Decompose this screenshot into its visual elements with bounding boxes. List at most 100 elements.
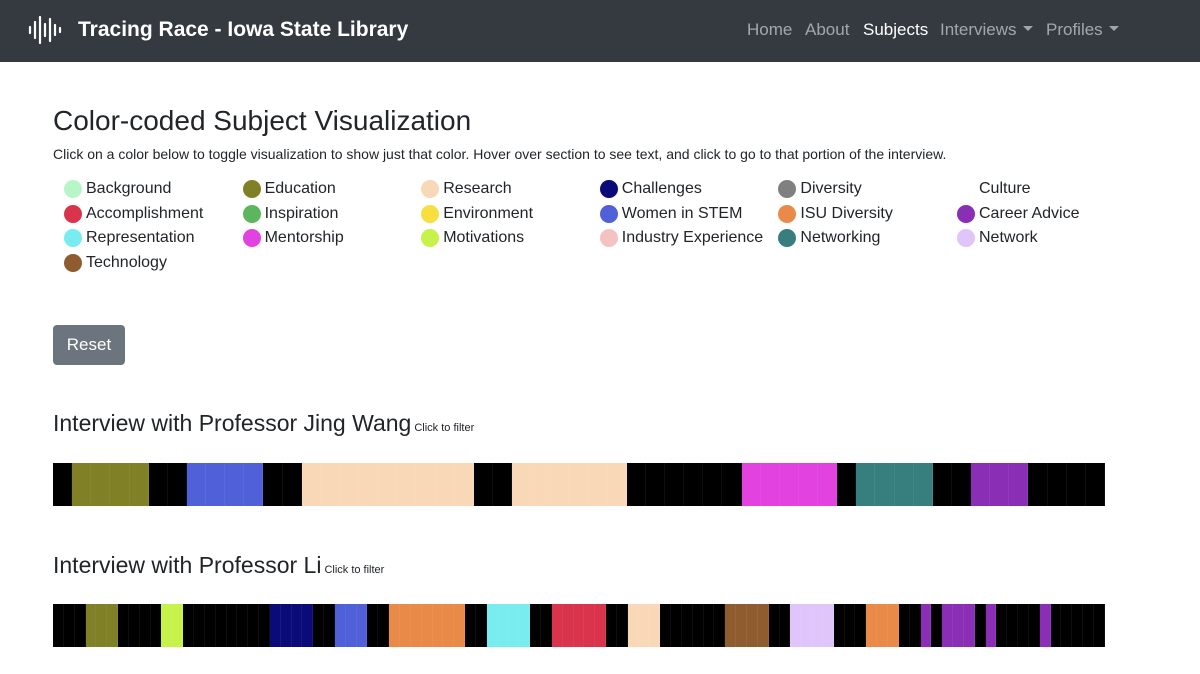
- timeline-segment[interactable]: [72, 463, 92, 506]
- timeline-segment[interactable]: [741, 463, 761, 506]
- timeline-segment[interactable]: [1028, 463, 1048, 506]
- timeline-segment[interactable]: [801, 604, 813, 647]
- timeline-segment[interactable]: [473, 463, 493, 506]
- timeline-segment[interactable]: [996, 604, 1008, 647]
- timeline-segment[interactable]: [951, 463, 971, 506]
- timeline-segment[interactable]: [932, 463, 952, 506]
- timeline-segment[interactable]: [378, 463, 398, 506]
- legend-item[interactable]: Accomplishment: [64, 203, 234, 225]
- timeline-segment[interactable]: [1007, 604, 1019, 647]
- timeline-segment[interactable]: [722, 463, 742, 506]
- color-swatch[interactable]: [957, 204, 975, 223]
- timeline-segment[interactable]: [714, 604, 726, 647]
- timeline-segment[interactable]: [953, 604, 964, 647]
- timeline-segment[interactable]: [747, 604, 758, 647]
- timeline-segment[interactable]: [85, 604, 97, 647]
- interview-timeline[interactable]: [53, 463, 1105, 506]
- timeline-segment[interactable]: [607, 463, 627, 506]
- timeline-segment[interactable]: [703, 604, 715, 647]
- color-swatch[interactable]: [957, 180, 975, 198]
- legend-item[interactable]: Culture: [957, 178, 1127, 200]
- timeline-segment[interactable]: [760, 463, 780, 506]
- timeline-segment[interactable]: [1061, 604, 1073, 647]
- timeline-segment[interactable]: [301, 463, 321, 506]
- timeline-segment[interactable]: [898, 604, 910, 647]
- timeline-segment[interactable]: [237, 604, 249, 647]
- timeline-segment[interactable]: [1018, 604, 1029, 647]
- timeline-segment[interactable]: [454, 463, 474, 506]
- timeline-segment[interactable]: [660, 604, 672, 647]
- reset-button[interactable]: Reset: [53, 325, 125, 365]
- color-swatch[interactable]: [599, 204, 618, 223]
- legend-item[interactable]: Women in STEM: [599, 203, 770, 225]
- timeline-segment[interactable]: [204, 604, 216, 647]
- timeline-segment[interactable]: [244, 463, 264, 506]
- timeline-segment[interactable]: [584, 604, 596, 647]
- timeline-segment[interactable]: [172, 604, 184, 647]
- timeline-segment[interactable]: [931, 604, 943, 647]
- timeline-segment[interactable]: [397, 463, 417, 506]
- timeline-segment[interactable]: [161, 604, 173, 647]
- timeline-segment[interactable]: [877, 604, 888, 647]
- timeline-segment[interactable]: [531, 463, 551, 506]
- timeline-segment[interactable]: [595, 604, 607, 647]
- timeline-segment[interactable]: [616, 604, 628, 647]
- timeline-segment[interactable]: [681, 604, 693, 647]
- timeline-segment[interactable]: [74, 604, 86, 647]
- timeline-segment[interactable]: [129, 463, 149, 506]
- timeline-segment[interactable]: [53, 463, 73, 506]
- timeline-segment[interactable]: [400, 604, 411, 647]
- timeline-segment[interactable]: [725, 604, 737, 647]
- timeline-segment[interactable]: [118, 604, 129, 647]
- timeline-segment[interactable]: [269, 604, 281, 647]
- color-swatch[interactable]: [957, 229, 975, 247]
- timeline-segment[interactable]: [645, 463, 665, 506]
- timeline-segment[interactable]: [334, 604, 346, 647]
- color-swatch[interactable]: [421, 180, 440, 198]
- timeline-segment[interactable]: [856, 463, 876, 506]
- timeline-segment[interactable]: [818, 463, 838, 506]
- timeline-segment[interactable]: [193, 604, 205, 647]
- timeline-segment[interactable]: [822, 604, 834, 647]
- timeline-segment[interactable]: [356, 604, 368, 647]
- timeline-segment[interactable]: [913, 463, 933, 506]
- timeline-segment[interactable]: [665, 463, 685, 506]
- color-swatch[interactable]: [778, 180, 797, 198]
- timeline-segment[interactable]: [320, 463, 340, 506]
- timeline-segment[interactable]: [359, 463, 379, 506]
- timeline-segment[interactable]: [416, 463, 436, 506]
- timeline-segment[interactable]: [492, 463, 512, 506]
- timeline-segment[interactable]: [798, 463, 818, 506]
- timeline-segment[interactable]: [475, 604, 487, 647]
- nav-about-link[interactable]: About: [805, 20, 849, 40]
- timeline-segment[interactable]: [790, 604, 802, 647]
- color-swatch[interactable]: [64, 253, 82, 272]
- timeline-segment[interactable]: [812, 604, 823, 647]
- color-swatch[interactable]: [64, 229, 82, 247]
- timeline-segment[interactable]: [128, 604, 140, 647]
- timeline-segment[interactable]: [627, 604, 639, 647]
- nav-subjects-link[interactable]: Subjects: [863, 20, 928, 40]
- timeline-segment[interactable]: [432, 604, 444, 647]
- timeline-segment[interactable]: [150, 604, 162, 647]
- timeline-segment[interactable]: [497, 604, 509, 647]
- timeline-segment[interactable]: [435, 463, 455, 506]
- timeline-segment[interactable]: [736, 604, 747, 647]
- timeline-segment[interactable]: [990, 463, 1010, 506]
- timeline-segment[interactable]: [91, 463, 111, 506]
- timeline-segment[interactable]: [837, 463, 857, 506]
- timeline-segment[interactable]: [626, 463, 646, 506]
- legend-item[interactable]: Challenges: [599, 178, 770, 200]
- timeline-segment[interactable]: [53, 604, 64, 647]
- timeline-segment[interactable]: [671, 604, 682, 647]
- timeline-segment[interactable]: [573, 604, 585, 647]
- brand-title[interactable]: Tracing Race - Iowa State Library: [78, 18, 408, 42]
- timeline-segment[interactable]: [313, 604, 325, 647]
- color-swatch[interactable]: [778, 204, 797, 223]
- interview-timeline[interactable]: [53, 604, 1105, 647]
- timeline-segment[interactable]: [63, 604, 75, 647]
- timeline-segment[interactable]: [486, 604, 498, 647]
- timeline-segment[interactable]: [410, 604, 422, 647]
- timeline-segment[interactable]: [421, 604, 433, 647]
- color-swatch[interactable]: [599, 229, 618, 247]
